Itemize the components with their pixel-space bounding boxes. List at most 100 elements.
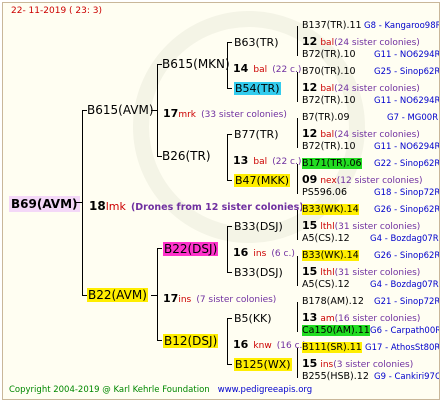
g4-num: 15 xyxy=(302,357,318,370)
g4-sister-row: 13 am(16 sister colonies) xyxy=(302,312,420,324)
g4-sister-row: 12 bal(24 sister colonies) xyxy=(302,82,420,94)
connector xyxy=(227,42,228,88)
connector xyxy=(227,364,232,365)
date-stamp: 22- 11-2019 ( 23: 3) xyxy=(11,6,102,16)
g2-c-num: 16 xyxy=(233,246,249,259)
g4-ref: G4 - Bozdag07R xyxy=(370,234,439,244)
g4-sister-row: 15 lthl(31 sister colonies) xyxy=(302,266,420,278)
g4-tag: am xyxy=(320,314,335,324)
g4-label: B171(TR).06 xyxy=(302,158,362,169)
pedigree-diagram: 22- 11-2019 ( 23: 3) B69(AVM) 18lmk (Dro… xyxy=(2,2,440,400)
g4-note: (31 sister colonies) xyxy=(334,222,421,232)
g2-a-num: 14 xyxy=(233,62,249,75)
g4-ref: G22 - Sinop62R xyxy=(374,159,440,169)
g4-note: (24 sister colonies) xyxy=(334,84,420,94)
g4-label: B137(TR).11 xyxy=(302,20,362,31)
g4-row: B171(TR).06 xyxy=(302,158,362,169)
g4-tag: bal xyxy=(320,84,335,94)
g4-tag: bal xyxy=(320,130,335,140)
g3-d2-queen: B125(WX) xyxy=(234,358,292,371)
g4-row: B137(TR).11 xyxy=(302,21,362,31)
connector xyxy=(227,134,232,135)
g4-num: 09 xyxy=(302,173,318,186)
g1-bottom-info: 17ins (7 sister colonies) xyxy=(163,289,276,305)
connector xyxy=(157,248,158,340)
connector xyxy=(297,26,298,56)
connector xyxy=(227,42,232,43)
g4-label: B72(TR).10 xyxy=(302,141,356,152)
g3-b1-queen: B77(TR) xyxy=(234,128,279,141)
connector xyxy=(157,340,162,341)
connector xyxy=(297,210,298,240)
connector xyxy=(227,318,232,319)
g4-sister-row: 09 nex(12 sister colonies) xyxy=(302,174,423,186)
connector xyxy=(227,318,228,364)
g4-row: B178(AM).12 xyxy=(302,297,364,307)
g3-b2-queen: B47(MKK) xyxy=(234,174,291,187)
footer-url[interactable]: www.pedigreeapis.org xyxy=(218,385,312,395)
g4-tag: nex xyxy=(320,176,337,186)
g4-ref: G11 - NO6294R xyxy=(374,142,440,152)
g4-label: B33(WK).14 xyxy=(302,204,359,215)
g2-a-tag: bal xyxy=(253,65,268,75)
g4-label: A5(CS).12 xyxy=(302,279,350,290)
connector xyxy=(227,88,232,89)
g4-ref: G7 - MG00R xyxy=(387,113,439,123)
connector xyxy=(151,295,158,296)
g2-d-tag: knw xyxy=(253,341,272,351)
g1-top-tag: mrk xyxy=(178,110,196,120)
g4-ref: G21 - Sinop72R xyxy=(374,297,440,307)
g2-b-num: 13 xyxy=(233,154,249,167)
g4-row: PS596.06 xyxy=(302,188,347,198)
g4-tag: ins xyxy=(320,360,334,370)
g4-row: Ca150(AM).11 xyxy=(302,325,370,336)
g4-ref: G26 - Sinop62R xyxy=(374,251,440,261)
connector xyxy=(227,272,232,273)
g2-c-info: 16 ins (6 c.) xyxy=(233,243,295,259)
g4-row: B7(TR).09 xyxy=(302,113,350,123)
g3-a1-queen: B63(TR) xyxy=(234,36,279,49)
g2-a-info: 14 bal (22 c.) xyxy=(233,59,301,75)
root-note: (Drones from 12 sister colonies) xyxy=(130,202,304,213)
root-num: 18 xyxy=(89,199,106,213)
g4-ref: G25 - Sinop62R xyxy=(374,67,440,77)
g4-tag: bal xyxy=(320,38,335,48)
g4-num: 15 xyxy=(302,219,318,232)
connector xyxy=(227,180,232,181)
g4-row: A5(CS).12 xyxy=(302,234,350,244)
g4-ref: G9 - Cankiri97Q xyxy=(374,372,440,382)
g1-top-note: (33 sister colonies) xyxy=(201,110,287,120)
g4-ref: G4 - Bozdag07R xyxy=(370,280,439,290)
g4-num: 12 xyxy=(302,127,318,140)
g4-row: B72(TR).10 xyxy=(302,96,356,106)
g3-c1-queen: B33(DSJ) xyxy=(234,220,283,233)
g4-sister-row: 15 lthl(31 sister colonies) xyxy=(302,220,420,232)
g4-label: PS596.06 xyxy=(302,187,347,198)
g4-row: B72(TR).10 xyxy=(302,142,356,152)
g2-a-queen: B615(MKN) xyxy=(162,57,230,71)
g2-b-tag: bal xyxy=(253,157,268,167)
g4-note: (24 sister colonies) xyxy=(334,38,420,48)
g4-num: 15 xyxy=(302,265,318,278)
g4-note: (3 sister colonies) xyxy=(333,360,414,370)
connector xyxy=(227,226,232,227)
g2-d-num: 16 xyxy=(233,338,249,351)
connector xyxy=(227,226,228,272)
g4-ref: G11 - NO6294R xyxy=(374,96,440,106)
g1-top-num: 17 xyxy=(163,107,179,120)
g4-num: 12 xyxy=(302,81,318,94)
g4-label: B33(WK).14 xyxy=(302,250,359,261)
g4-sister-row: 12 bal(24 sister colonies) xyxy=(302,36,420,48)
g1-top-queen: B615(AVM) xyxy=(87,103,154,117)
root-queen: B69(AVM) xyxy=(9,196,80,212)
g4-row: B33(WK).14 xyxy=(302,204,359,215)
g2-c-queen: B22(DSJ) xyxy=(163,242,219,256)
connector xyxy=(151,110,158,111)
copyright-text: Copyright 2004-2019 @ Karl Kehrle Founda… xyxy=(9,385,210,395)
connector xyxy=(297,256,298,286)
g4-label: B72(TR).10 xyxy=(302,95,356,106)
g4-label: B111(SR).11 xyxy=(302,342,362,353)
g4-num: 12 xyxy=(302,35,318,48)
g4-ref: G6 - Carpath00R xyxy=(370,326,440,336)
g4-sister-row: 12 bal(24 sister colonies) xyxy=(302,128,420,140)
